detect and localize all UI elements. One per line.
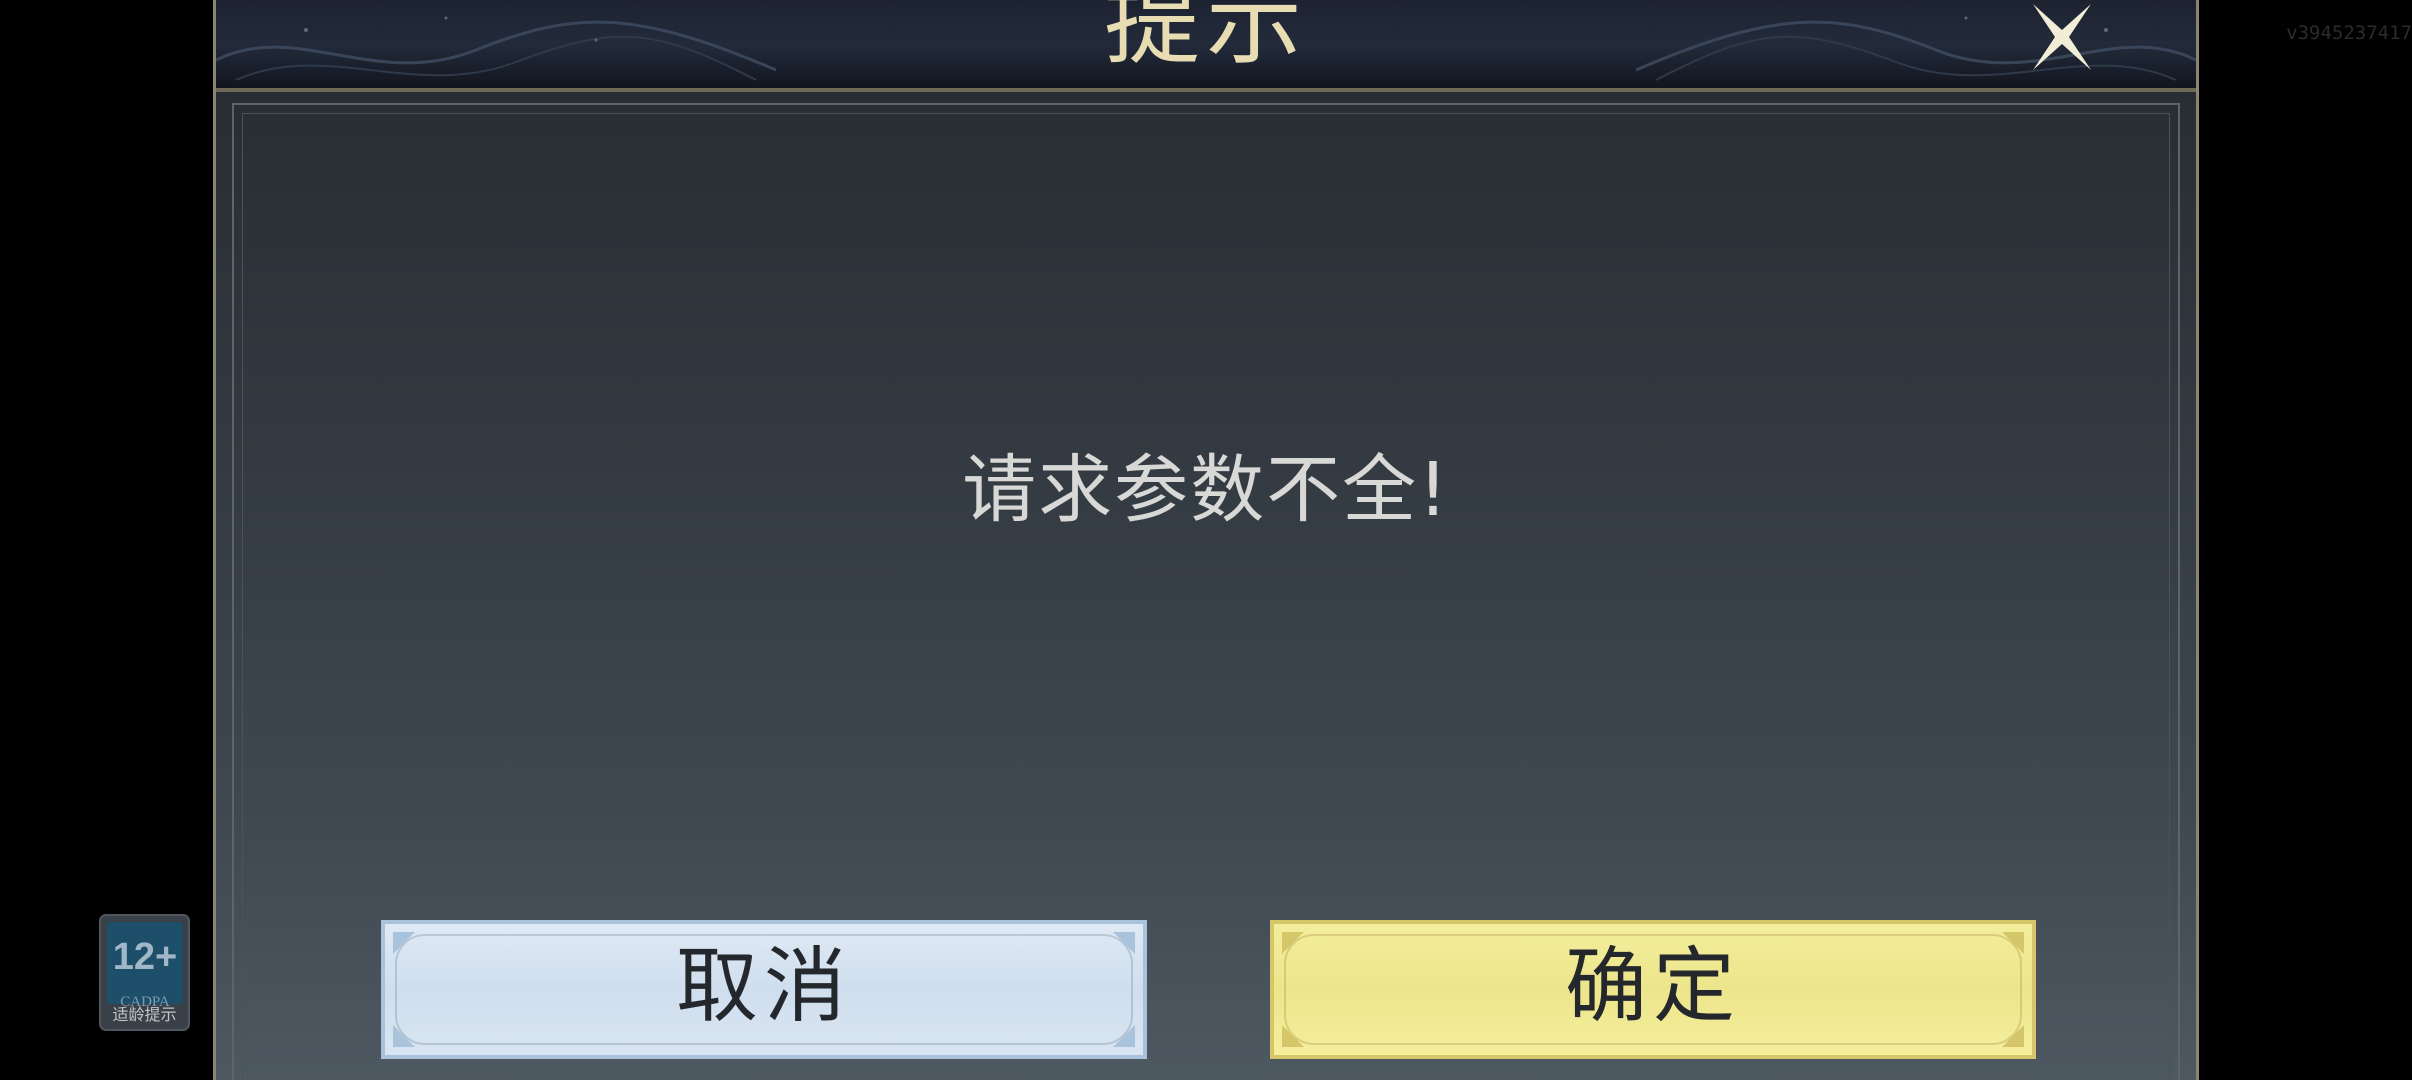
close-icon: [2033, 4, 2091, 70]
age-rating-label: 适龄提示: [112, 1005, 177, 1024]
version-tag: v3945237417: [2286, 22, 2412, 44]
confirm-button[interactable]: 确定: [1270, 920, 2036, 1059]
cancel-button[interactable]: 取消: [381, 920, 1147, 1059]
confirm-button-label: 确定: [1564, 939, 1741, 1034]
dialog-message: 请求参数不全!: [962, 447, 1450, 533]
age-rating-number: 12+: [112, 936, 178, 978]
alert-dialog: 提示 请求参数不全! 取消 确定: [213, 0, 2199, 1080]
game-screen: v3945237417 12+ CADPA 适龄提示 提示 请求参数不全! 取消…: [0, 0, 2412, 1080]
close-button[interactable]: [2025, 0, 2099, 74]
dialog-title: 提示: [1104, 0, 1308, 78]
age-rating-badge: 12+ CADPA 适龄提示: [99, 914, 190, 1031]
cancel-button-label: 取消: [675, 939, 852, 1034]
age-rating-panel: 12+ CADPA: [107, 922, 183, 1010]
dialog-header: 提示: [216, 0, 2196, 92]
